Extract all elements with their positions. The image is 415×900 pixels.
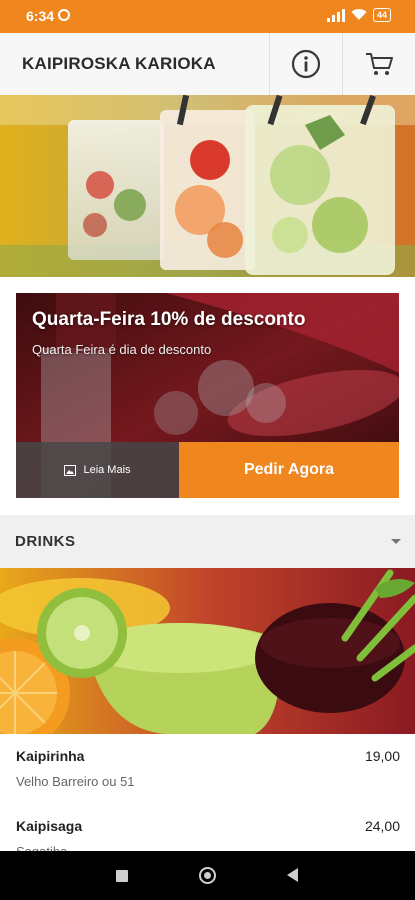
wifi-icon (351, 9, 367, 20)
item-name: Kaipisaga (16, 818, 83, 834)
item-price: 19,00 (364, 748, 400, 764)
app-title: KAIPIROSKA KARIOKA (22, 54, 216, 73)
promo-card[interactable]: Quarta-Feira 10% de desconto Quarta Feir… (16, 293, 399, 498)
read-more-button[interactable]: Leia Mais (16, 442, 179, 498)
cart-button[interactable] (342, 33, 415, 95)
status-bar: 6:34 44 (0, 0, 415, 33)
signal-icon (326, 8, 345, 22)
cart-icon (366, 53, 393, 75)
status-time: 6:34 (26, 8, 55, 24)
drinks-section-header[interactable]: DRINKS (0, 515, 415, 568)
caret-down-icon (391, 539, 401, 544)
battery-icon: 44 (372, 8, 391, 22)
app-header: KAIPIROSKA KARIOKA (0, 33, 415, 96)
home-icon[interactable] (199, 867, 216, 884)
recents-icon[interactable] (116, 870, 128, 882)
back-icon[interactable] (287, 868, 298, 882)
system-nav-bar (0, 851, 415, 900)
section-title: DRINKS (15, 533, 76, 550)
image-icon (64, 464, 77, 476)
promo-title: Quarta-Feira 10% de desconto (32, 309, 306, 330)
menu-item[interactable]: Kaipirinha 19,00 Velho Barreiro ou 51 (0, 734, 415, 805)
drinks-category-image (0, 568, 415, 734)
info-button[interactable] (269, 33, 342, 95)
info-icon (291, 49, 321, 79)
item-name: Kaipirinha (16, 748, 85, 764)
hero-drinks-image (0, 95, 415, 277)
item-description: Velho Barreiro ou 51 (16, 774, 135, 789)
item-price: 24,00 (364, 818, 400, 834)
alarm-icon (58, 9, 70, 21)
order-now-button[interactable]: Pedir Agora (179, 442, 399, 498)
read-more-label: Leia Mais (83, 464, 131, 476)
promo-subtitle: Quarta Feira é dia de desconto (32, 342, 212, 357)
